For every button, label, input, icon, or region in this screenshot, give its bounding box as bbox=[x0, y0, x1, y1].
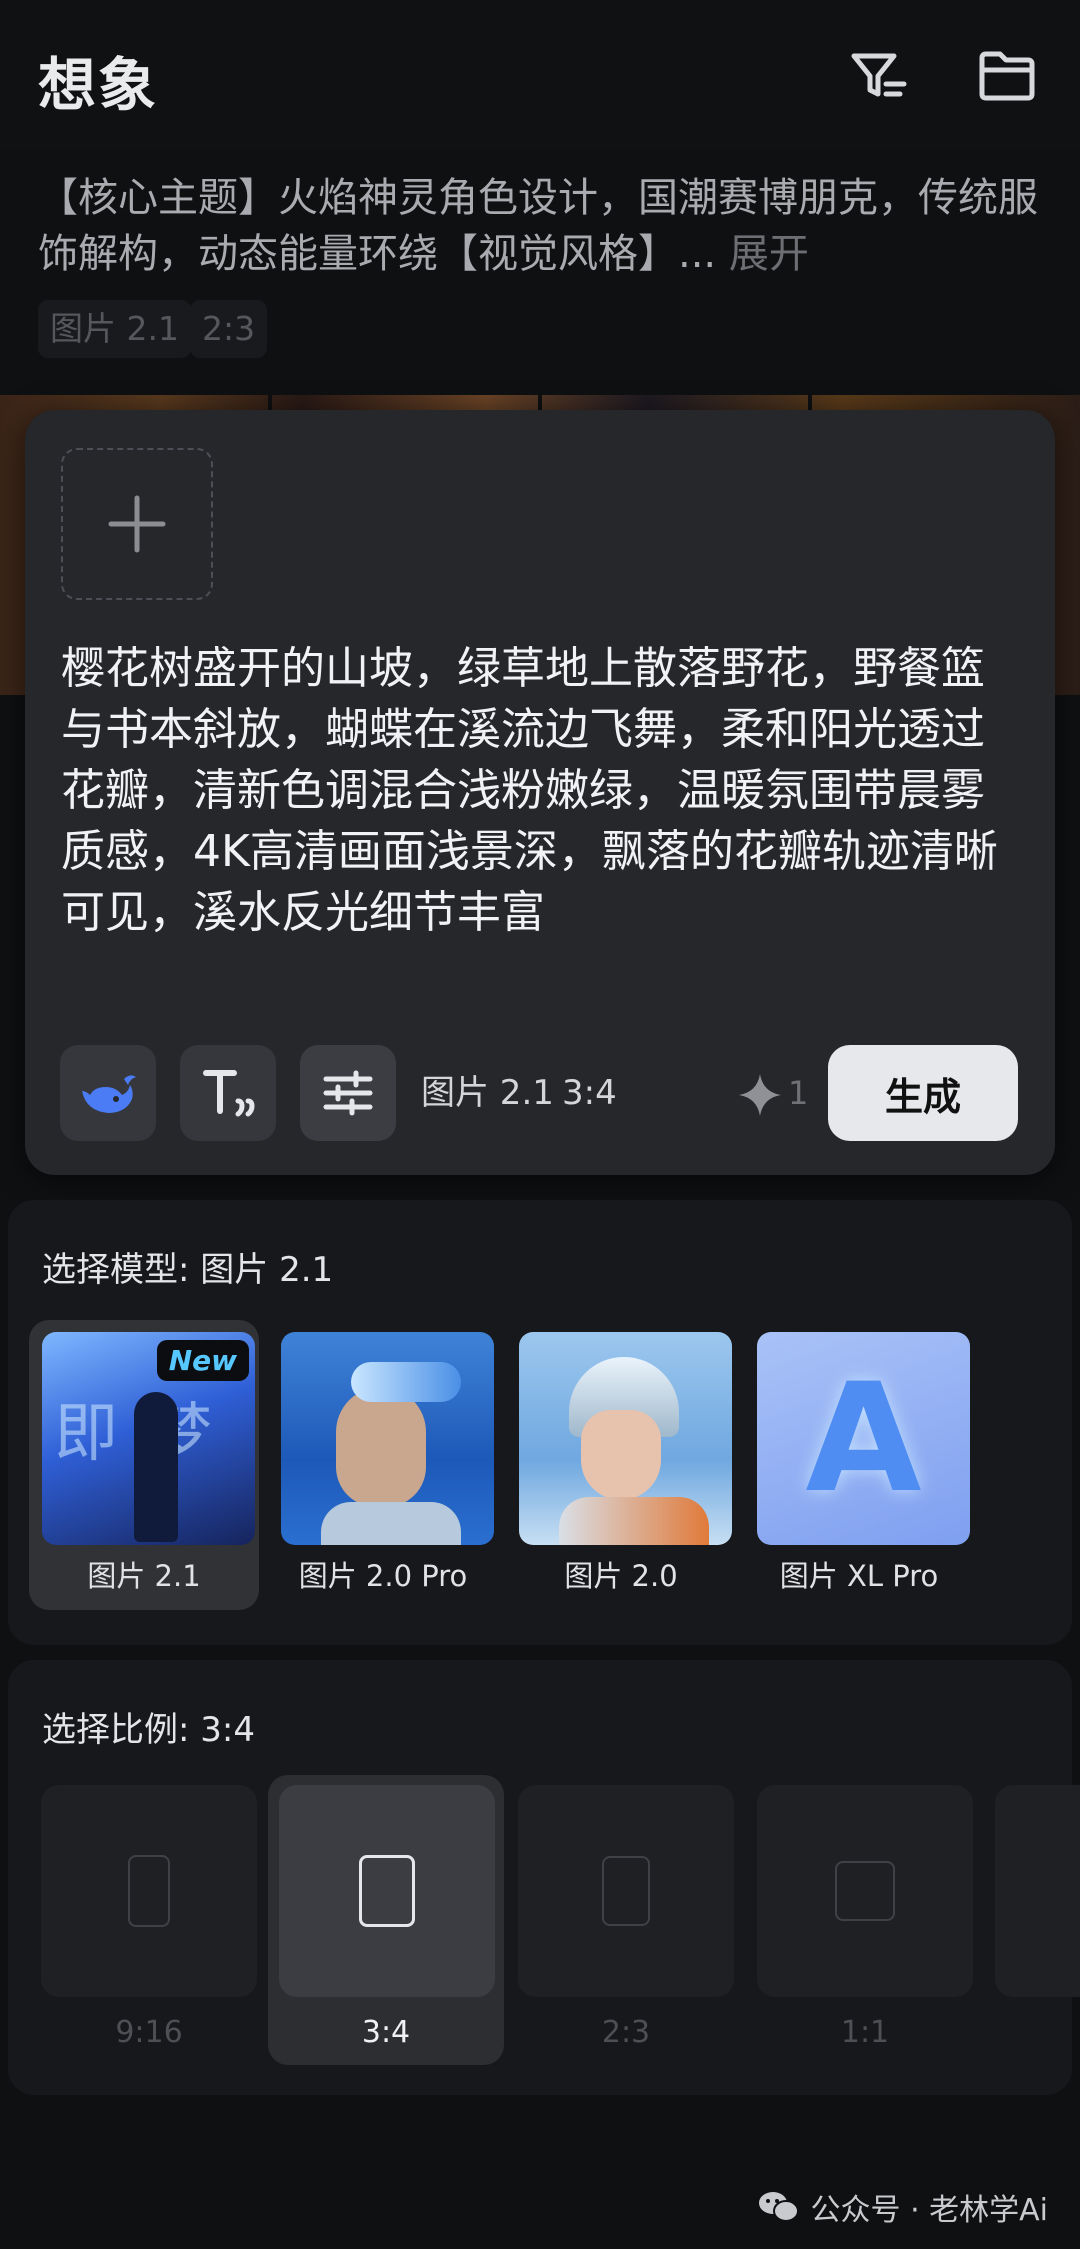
ratio-shape-icon bbox=[835, 1861, 895, 1921]
ratio-option-partial[interactable] bbox=[995, 1775, 1080, 2065]
ratio-option-9-16[interactable]: 9:16 bbox=[41, 1775, 257, 2065]
model-option-2-1[interactable]: 即梦 New 图片 2.1 bbox=[29, 1320, 259, 1610]
ratio-option-3-4[interactable]: 3:4 bbox=[268, 1775, 504, 2065]
model-thumbnail: A bbox=[757, 1332, 970, 1545]
ratio-tile bbox=[41, 1785, 257, 1997]
watermark: 公众号 · 老林学Ai bbox=[757, 2185, 1048, 2229]
ratio-shape-icon bbox=[602, 1856, 650, 1926]
thumbnail-letter: A bbox=[805, 1351, 922, 1526]
page-title: 想象 bbox=[38, 51, 159, 119]
new-badge: New bbox=[156, 1340, 249, 1381]
model-option-2-0[interactable]: 图片 2.0 bbox=[506, 1320, 736, 1610]
filter-button[interactable] bbox=[846, 44, 912, 110]
ratio-shape-icon bbox=[359, 1855, 415, 1927]
model-label: 图片 XL Pro bbox=[779, 1559, 939, 1593]
ratio-option-1-1[interactable]: 1:1 bbox=[757, 1775, 973, 2065]
previous-model-tag: 图片 2.1 bbox=[38, 300, 191, 358]
text-style-button[interactable] bbox=[180, 1045, 276, 1141]
prompt-editor: 樱花树盛开的山坡，绿草地上散落野花，野餐篮与书本斜放，蝴蝶在溪流边飞舞，柔和阳光… bbox=[25, 410, 1055, 1175]
portrait-visor bbox=[351, 1362, 461, 1402]
generate-button[interactable]: 生成 bbox=[828, 1045, 1018, 1141]
previous-ratio-tag: 2:3 bbox=[190, 300, 268, 358]
previous-prompt-text: 【核心主题】火焰神灵角色设计，国潮赛博朋克，传统服饰解构，动态能量环绕【视觉风格… bbox=[38, 175, 1038, 277]
portrait-shoulders bbox=[321, 1502, 461, 1545]
ratio-tile bbox=[757, 1785, 973, 1997]
previous-prompt: 【核心主题】火焰神灵角色设计，国潮赛博朋克，传统服饰解构，动态能量环绕【视觉风格… bbox=[38, 170, 1048, 282]
model-thumbnail bbox=[281, 1332, 494, 1545]
model-label: 图片 2.0 Pro bbox=[298, 1559, 468, 1593]
top-bar: 想象 bbox=[0, 0, 1080, 150]
ratio-shape-icon bbox=[128, 1855, 170, 1927]
whale-icon bbox=[82, 1075, 136, 1113]
model-panel-title: 选择模型: 图片 2.1 bbox=[42, 1250, 334, 1290]
portrait-face bbox=[336, 1387, 426, 1507]
portrait-face bbox=[581, 1410, 661, 1500]
credit-count: 1 bbox=[788, 1074, 809, 1112]
model-option-xl-pro[interactable]: A 图片 XL Pro bbox=[744, 1320, 974, 1610]
folder-button[interactable] bbox=[974, 44, 1040, 110]
ratio-label: 9:16 bbox=[115, 2015, 183, 2050]
model-option-2-0-pro[interactable]: 图片 2.0 Pro bbox=[268, 1320, 498, 1610]
ratio-label: 2:3 bbox=[601, 2015, 651, 2050]
expand-link[interactable]: 展开 bbox=[729, 231, 809, 277]
portrait-suit bbox=[559, 1497, 709, 1545]
ratio-label: 1:1 bbox=[840, 2015, 890, 2050]
wechat-icon bbox=[758, 2192, 799, 2222]
sparkle-icon bbox=[739, 1074, 781, 1116]
watermark-text: 公众号 · 老林学Ai bbox=[810, 2193, 1048, 2228]
deepseek-button[interactable] bbox=[60, 1045, 156, 1141]
ratio-label: 3:4 bbox=[361, 2015, 411, 2050]
ratio-tile bbox=[518, 1785, 734, 1997]
text-icon bbox=[203, 1070, 255, 1117]
sliders-icon bbox=[323, 1070, 373, 1116]
settings-button[interactable] bbox=[300, 1045, 396, 1141]
plus-icon bbox=[108, 495, 166, 553]
model-label: 图片 2.1 bbox=[87, 1559, 201, 1593]
current-model-value[interactable]: 图片 2.1 bbox=[421, 1065, 554, 1121]
ratio-panel-title: 选择比例: 3:4 bbox=[42, 1710, 255, 1750]
model-thumbnail bbox=[519, 1332, 732, 1545]
ratio-tile bbox=[279, 1785, 495, 1997]
model-thumbnail: 即梦 New bbox=[42, 1332, 255, 1545]
add-reference-image-button[interactable] bbox=[61, 448, 213, 600]
ratio-option-2-3[interactable]: 2:3 bbox=[518, 1775, 734, 2065]
current-ratio-value[interactable]: 3:4 bbox=[562, 1065, 617, 1121]
ratio-tile bbox=[995, 1785, 1080, 1997]
folder-icon bbox=[979, 51, 1035, 101]
model-label: 图片 2.0 bbox=[564, 1559, 678, 1593]
filter-icon bbox=[851, 53, 907, 97]
figure-silhouette bbox=[134, 1392, 178, 1542]
prompt-input[interactable]: 樱花树盛开的山坡，绿草地上散落野花，野餐篮与书本斜放，蝴蝶在溪流边飞舞，柔和阳光… bbox=[61, 638, 1021, 943]
